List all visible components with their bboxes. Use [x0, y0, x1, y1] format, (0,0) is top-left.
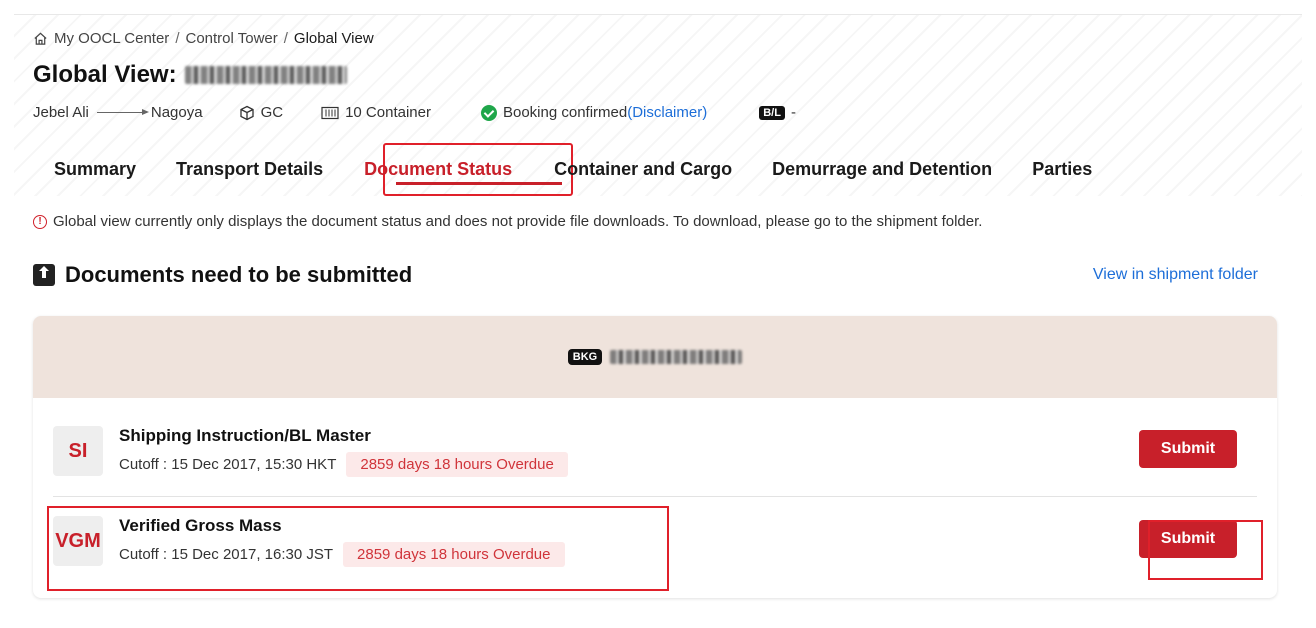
- breadcrumb-separator: /: [175, 30, 180, 47]
- doc-code-badge: VGM: [53, 516, 103, 566]
- tab-transport-details[interactable]: Transport Details: [176, 159, 323, 180]
- redacted-booking-number: [184, 66, 347, 84]
- submit-si-button[interactable]: Submit: [1139, 430, 1237, 468]
- redacted-booking-number: [610, 350, 743, 364]
- section-title-text: Documents need to be submitted: [65, 262, 413, 287]
- disclaimer-link[interactable]: (Disclaimer): [627, 104, 707, 121]
- doc-name: Verified Gross Mass: [119, 516, 282, 535]
- notice-text: Global view currently only displays the …: [53, 213, 983, 230]
- booking-status-label: Booking confirmed: [502, 104, 628, 121]
- tab-parties[interactable]: Parties: [1032, 159, 1092, 180]
- view-in-shipment-folder-link[interactable]: View in shipment folder: [1093, 266, 1258, 284]
- doc-code-badge: SI: [53, 426, 103, 476]
- check-circle-icon: [480, 104, 497, 121]
- cargo-type-label: GC: [260, 104, 284, 121]
- box-icon: [239, 105, 254, 120]
- breadcrumb-my-oocl-center[interactable]: My OOCL Center: [54, 30, 169, 47]
- page: My OOCL Center / Control Tower / Global …: [0, 0, 1316, 628]
- overdue-badge: 2859 days 18 hours Overdue: [343, 542, 565, 567]
- booking-header: BKG: [33, 316, 1277, 398]
- cutoff-text: Cutoff : 15 Dec 2017, 16:30 JST: [119, 546, 334, 563]
- breadcrumb: My OOCL Center / Control Tower / Global …: [33, 30, 374, 47]
- breadcrumb-global-view: Global View: [293, 30, 374, 47]
- cutoff-text: Cutoff : 15 Dec 2017, 15:30 HKT: [119, 456, 337, 473]
- route-arrow-icon: [96, 109, 149, 115]
- bkg-badge: BKG: [567, 349, 603, 365]
- bl-badge: B/L: [759, 105, 785, 120]
- section-title: Documents need to be submitted: [33, 262, 412, 288]
- submit-vgm-button[interactable]: Submit: [1139, 520, 1237, 558]
- alert-circle-icon: !: [33, 214, 47, 229]
- doc-cutoff: Cutoff : 15 Dec 2017, 15:30 HKT 2859 day…: [119, 452, 568, 477]
- shipment-meta: Jebel Ali Nagoya GC 10 Container Booking…: [33, 104, 796, 121]
- overdue-badge: 2859 days 18 hours Overdue: [346, 452, 568, 477]
- breadcrumb-control-tower[interactable]: Control Tower: [185, 30, 277, 47]
- container-count-label: 10 Container: [345, 104, 431, 121]
- info-notice: ! Global view currently only displays th…: [33, 213, 982, 230]
- document-row-vgm: VGM Verified Gross Mass Cutoff : 15 Dec …: [53, 502, 1257, 584]
- tab-document-status[interactable]: Document Status: [364, 159, 512, 180]
- container-count: 10 Container: [321, 104, 431, 121]
- destination-port: Nagoya: [150, 104, 203, 121]
- page-title: Global View:: [33, 61, 347, 89]
- upload-icon: [33, 264, 55, 286]
- tab-summary[interactable]: Summary: [54, 159, 136, 180]
- doc-cutoff: Cutoff : 15 Dec 2017, 16:30 JST 2859 day…: [119, 542, 565, 567]
- tab-container-and-cargo[interactable]: Container and Cargo: [554, 159, 732, 180]
- origin-port: Jebel Ali: [33, 104, 89, 121]
- breadcrumb-separator: /: [283, 30, 288, 47]
- bl-value: -: [790, 104, 796, 121]
- booking-status: Booking confirmed(Disclaimer): [480, 104, 707, 121]
- booking-documents-card: BKG SI Shipping Instruction/BL Master Cu…: [33, 316, 1277, 598]
- home-icon[interactable]: [33, 31, 48, 46]
- bill-of-lading: B/L -: [759, 104, 796, 121]
- booking-status-text: Booking confirmed(Disclaimer): [503, 104, 707, 121]
- doc-name: Shipping Instruction/BL Master: [119, 426, 371, 445]
- page-title-text: Global View:: [33, 61, 177, 88]
- container-icon: [321, 106, 339, 119]
- cargo-type: GC: [239, 104, 284, 121]
- document-row-si: SI Shipping Instruction/BL Master Cutoff…: [53, 412, 1257, 494]
- tab-bar: Summary Transport Details Document Statu…: [33, 145, 1092, 193]
- row-divider: [53, 496, 1257, 497]
- tab-demurrage-and-detention[interactable]: Demurrage and Detention: [772, 159, 992, 180]
